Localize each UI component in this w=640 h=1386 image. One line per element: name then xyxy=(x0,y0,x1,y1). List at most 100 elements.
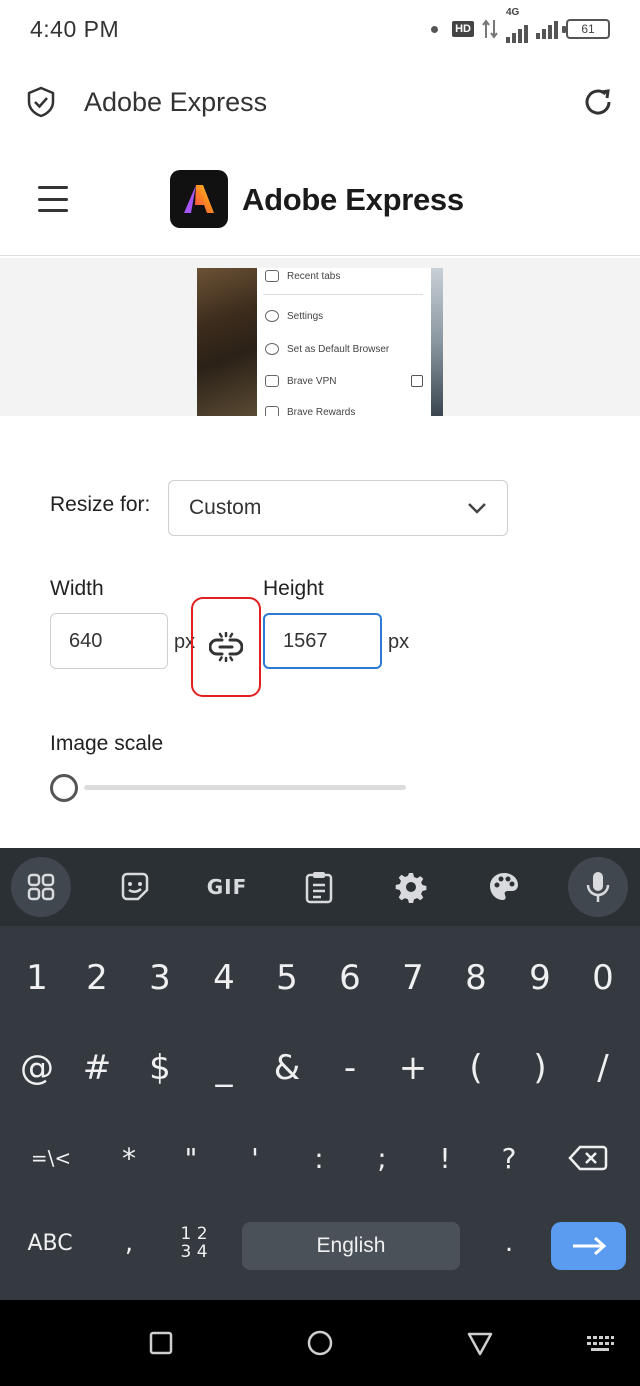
symbol-key[interactable]: ) xyxy=(511,1033,569,1103)
symbol-key[interactable]: ( xyxy=(447,1033,505,1103)
adobe-express-logo-icon[interactable] xyxy=(170,170,228,228)
preview-menu: Recent tabs Settings Set as Default Brow… xyxy=(263,268,423,416)
number-key[interactable]: 7 xyxy=(384,943,442,1013)
sticker-icon xyxy=(121,872,149,901)
symbol-key[interactable]: ? xyxy=(480,1123,538,1193)
status-time: 4:40 PM xyxy=(30,15,120,42)
chevron-down-icon xyxy=(468,503,486,514)
preview-menu-label: Settings xyxy=(287,310,324,322)
site-header: Adobe Express xyxy=(0,150,640,256)
apps-grid-icon xyxy=(27,873,55,901)
back-icon[interactable] xyxy=(465,1328,495,1358)
symbol-key[interactable]: $ xyxy=(131,1033,189,1103)
number-key[interactable]: 4 xyxy=(195,943,253,1013)
apps-grid-button[interactable] xyxy=(11,857,71,917)
preview-menu-label: Brave Rewards xyxy=(287,406,356,417)
width-input[interactable] xyxy=(50,613,168,669)
image-scale-label: Image scale xyxy=(50,732,164,755)
voice-input-button[interactable] xyxy=(568,857,628,917)
number-key[interactable]: 3 xyxy=(131,943,189,1013)
number-key[interactable]: 8 xyxy=(447,943,505,1013)
hamburger-menu-icon[interactable] xyxy=(38,186,68,212)
gear-icon xyxy=(395,873,427,903)
symbol-key[interactable]: ' xyxy=(226,1123,284,1193)
period-key[interactable]: . xyxy=(480,1208,538,1278)
preview-thumbnail: Recent tabs Settings Set as Default Brow… xyxy=(197,268,443,416)
notification-dot-icon xyxy=(431,25,439,33)
symbol-key[interactable]: : xyxy=(290,1123,348,1193)
status-bar: 4:40 PM HD 4G 61 xyxy=(0,0,640,58)
image-scale-slider-thumb[interactable] xyxy=(50,774,78,802)
preview-menu-label: Brave VPN xyxy=(287,375,337,387)
keyboard-switch-icon[interactable] xyxy=(585,1328,615,1358)
gif-button[interactable]: GIF xyxy=(201,861,253,913)
default-browser-icon xyxy=(265,343,279,355)
backspace-icon xyxy=(568,1145,608,1171)
clipboard-button[interactable] xyxy=(293,861,345,913)
number-key[interactable]: 6 xyxy=(321,943,379,1013)
number-key[interactable]: 0 xyxy=(574,943,632,1013)
symbol-key[interactable]: + xyxy=(384,1033,442,1103)
recent-apps-icon[interactable] xyxy=(146,1328,176,1358)
reload-icon[interactable] xyxy=(580,84,616,120)
height-input[interactable] xyxy=(263,613,382,669)
resize-for-dropdown[interactable]: Custom xyxy=(168,480,508,536)
status-icons: HD 4G 61 xyxy=(431,7,610,43)
numpad-key[interactable]: 1 2 3 4 xyxy=(165,1208,223,1278)
image-scale-slider-track[interactable] xyxy=(84,785,406,790)
symbol-key[interactable]: " xyxy=(162,1123,220,1193)
number-key[interactable]: 5 xyxy=(258,943,316,1013)
abc-key[interactable]: ABC xyxy=(14,1208,86,1278)
checkbox-icon xyxy=(411,375,423,387)
number-key[interactable]: 1 xyxy=(8,943,66,1013)
tabs-icon xyxy=(265,270,279,282)
height-label: Height xyxy=(263,577,324,600)
preview-menu-item: Settings xyxy=(265,310,323,322)
browser-tab-title: Adobe Express xyxy=(84,86,268,117)
preview-menu-item: Set as Default Browser xyxy=(265,343,389,355)
symbol-key[interactable]: _ xyxy=(195,1033,253,1103)
unlink-icon xyxy=(209,632,243,662)
symbol-key[interactable]: / xyxy=(574,1033,632,1103)
numpad-key-bottom: 3 4 xyxy=(180,1242,208,1262)
symbol-key[interactable]: =\< xyxy=(22,1123,80,1193)
clipboard-icon xyxy=(305,872,333,904)
sticker-button[interactable] xyxy=(109,861,161,913)
microphone-icon xyxy=(586,872,610,902)
settings-icon xyxy=(265,310,279,322)
symbol-key[interactable]: * xyxy=(100,1123,158,1193)
settings-button[interactable] xyxy=(385,861,437,913)
shield-check-icon[interactable] xyxy=(24,85,58,119)
symbol-key[interactable]: ; xyxy=(353,1123,411,1193)
preview-menu-label: Set as Default Browser xyxy=(287,343,390,355)
data-transfer-icon xyxy=(482,19,498,39)
theme-button[interactable] xyxy=(478,861,530,913)
brand-name[interactable]: Adobe Express xyxy=(242,182,464,218)
symbol-key[interactable]: ! xyxy=(416,1123,474,1193)
signal-icon xyxy=(536,19,558,39)
symbol-key[interactable]: - xyxy=(321,1033,379,1103)
comma-key[interactable]: , xyxy=(100,1208,158,1278)
preview-photo-left xyxy=(197,268,257,416)
preview-menu-item: Brave VPN xyxy=(265,375,423,387)
preview-menu-item: Recent tabs xyxy=(265,270,340,282)
signal-4g-icon: 4G xyxy=(506,7,528,43)
home-icon[interactable] xyxy=(305,1328,335,1358)
system-navigation-bar xyxy=(0,1300,640,1386)
arrow-right-icon xyxy=(572,1236,606,1256)
aspect-lock-toggle[interactable] xyxy=(191,597,261,697)
preview-menu-label: Recent tabs xyxy=(287,270,341,282)
space-key[interactable]: English xyxy=(242,1222,460,1270)
number-key[interactable]: 2 xyxy=(68,943,126,1013)
enter-key[interactable] xyxy=(551,1222,626,1270)
number-key[interactable]: 9 xyxy=(511,943,569,1013)
palette-icon xyxy=(490,873,518,900)
keyboard-toolbar: GIF xyxy=(0,848,640,926)
symbol-key[interactable]: & xyxy=(258,1033,316,1103)
rewards-icon xyxy=(265,406,279,416)
numpad-key-top: 1 2 xyxy=(180,1224,208,1244)
symbol-key[interactable]: # xyxy=(68,1033,126,1103)
symbol-key[interactable]: @ xyxy=(8,1033,66,1103)
resize-for-label: Resize for: xyxy=(50,493,151,516)
backspace-key[interactable] xyxy=(558,1123,618,1193)
